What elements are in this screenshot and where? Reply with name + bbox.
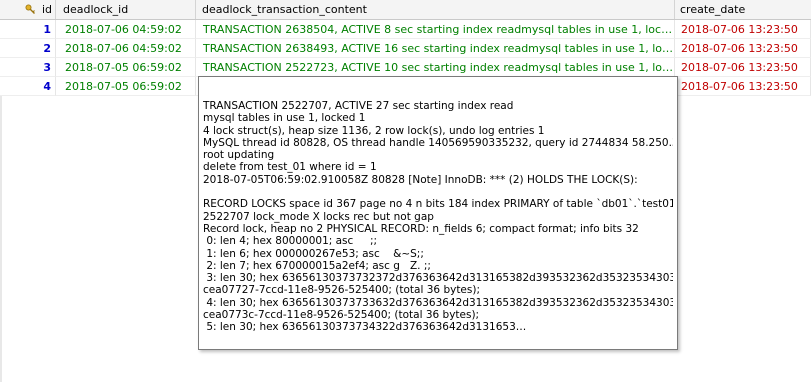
primary-key-icon (25, 4, 35, 14)
cell-content[interactable]: TRANSACTION 2638493, ACTIVE 16 sec start… (196, 39, 675, 58)
column-header-label: deadlock_id (63, 3, 129, 16)
tooltip-line: MySQL thread id 80828, OS thread handle … (203, 136, 673, 149)
tooltip-line: 5: len 30; hex 63656130373734322d3763636… (203, 321, 527, 334)
column-header-label: create_date (680, 3, 746, 16)
table-row[interactable]: 3 2018-07-05 06:59:02 TRANSACTION 252272… (0, 58, 811, 77)
tooltip-line: RECORD LOCKS space id 367 page no 4 n bi… (203, 198, 673, 211)
cell-id[interactable]: 1 (0, 20, 56, 39)
tooltip-line: mysql tables in use 1, locked 1 (203, 112, 366, 125)
column-header-id[interactable]: id (0, 0, 56, 19)
grid-empty-area (0, 96, 2, 382)
tooltip-line: 1: len 6; hex 000000267e53; asc &~S;; (203, 247, 424, 260)
cell-create-date[interactable]: 2018-07-06 13:23:50 (675, 20, 811, 39)
tooltip-line: root updating (203, 149, 275, 162)
tooltip-line: Record lock, heap no 2 PHYSICAL RECORD: … (203, 222, 639, 235)
tooltip-line: delete from test_01 where id = 1 (203, 161, 377, 174)
cell-deadlock-id[interactable]: 2018-07-05 06:59:02 (56, 58, 196, 77)
column-header-label: id (42, 3, 53, 16)
tooltip-line (203, 186, 673, 198)
cell-content[interactable]: TRANSACTION 2522723, ACTIVE 10 sec start… (196, 58, 675, 77)
tooltip-line: cea07727-7ccd-11e8-9526-525400; (total 3… (203, 284, 480, 297)
tooltip-line: cea0773c-7ccd-11e8-9526-525400; (total 3… (203, 309, 480, 322)
tooltip-line: TRANSACTION 2522707, ACTIVE 27 sec start… (203, 100, 514, 112)
cell-create-date[interactable]: 2018-07-06 13:23:50 (675, 39, 811, 58)
tooltip-line: 2522707 lock_mode X locks rec but not ga… (203, 210, 434, 223)
cell-tooltip: TRANSACTION 2522707, ACTIVE 27 sec start… (198, 76, 678, 350)
tooltip-line: 0: len 4; hex 80000001; asc ;; (203, 235, 378, 248)
column-header-deadlock-id[interactable]: deadlock_id (56, 0, 196, 19)
table-row[interactable]: 1 2018-07-06 04:59:02 TRANSACTION 263850… (0, 20, 811, 39)
cell-create-date[interactable]: 2018-07-06 13:23:50 (675, 58, 811, 77)
cell-content[interactable]: TRANSACTION 2638504, ACTIVE 8 sec starti… (196, 20, 675, 39)
cell-create-date[interactable]: 2018-07-06 13:23:50 (675, 77, 811, 96)
column-header-deadlock-transaction-content[interactable]: deadlock_transaction_content (196, 0, 675, 19)
cell-id[interactable]: 4 (0, 77, 56, 96)
tooltip-line: 4: len 30; hex 63656130373733632d3763636… (203, 296, 673, 309)
cell-id[interactable]: 2 (0, 39, 56, 58)
column-header-create-date[interactable]: create_date (675, 0, 811, 19)
cell-deadlock-id[interactable]: 2018-07-06 04:59:02 (56, 20, 196, 39)
column-header-label: deadlock_transaction_content (202, 3, 367, 16)
tooltip-line: 2018-07-05T06:59:02.910058Z 80828 [Note]… (203, 173, 638, 186)
cell-id[interactable]: 3 (0, 58, 56, 77)
grid-header: id deadlock_id deadlock_transaction_cont… (0, 0, 811, 20)
tooltip-line: 3: len 30; hex 63656130373732372d3763636… (203, 272, 673, 285)
tooltip-line: 4 lock struct(s), heap size 1136, 2 row … (203, 124, 545, 137)
cell-deadlock-id[interactable]: 2018-07-06 04:59:02 (56, 39, 196, 58)
table-row[interactable]: 2 2018-07-06 04:59:02 TRANSACTION 263849… (0, 39, 811, 58)
cell-deadlock-id[interactable]: 2018-07-05 06:59:02 (56, 77, 196, 96)
tooltip-line: 2: len 7; hex 670000015a2ef4; asc g Z. ;… (203, 259, 431, 272)
